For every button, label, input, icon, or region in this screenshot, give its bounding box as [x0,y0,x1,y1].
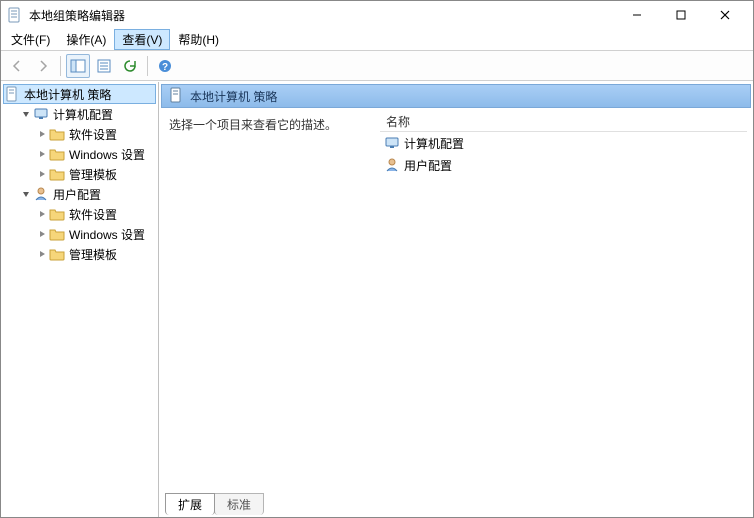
maximize-button[interactable] [659,1,703,29]
folder-icon [49,246,65,262]
toolbar-separator [60,56,61,76]
tab-standard[interactable]: 标准 [214,493,264,515]
toolbar: ? [1,51,753,81]
svg-text:?: ? [162,62,168,73]
tree-computer-node: 计算机配置 软件设置 [17,104,158,184]
tree-user-node: 用户配置 软件设置 [17,184,158,264]
tree-item-label: 管理模板 [69,246,117,263]
list-item-label: 用户配置 [404,157,452,174]
menu-file[interactable]: 文件(F) [3,29,58,50]
expand-icon[interactable] [35,169,49,179]
tree-item-label: 软件设置 [69,126,117,143]
folder-icon [49,206,65,222]
tree-item-computer-windows[interactable]: Windows 设置 [33,144,158,164]
policy-icon [168,87,184,106]
content-pane: 本地计算机 策略 选择一个项目来查看它的描述。 名称 计算机配置 [159,82,753,517]
list-item-computer[interactable]: 计算机配置 [380,132,747,154]
close-button[interactable] [703,1,747,29]
tree-item-label: 管理模板 [69,166,117,183]
list-item-user[interactable]: 用户配置 [380,154,747,176]
tree-item-user[interactable]: 用户配置 [17,184,158,204]
content-tabs: 扩展 标准 [161,493,751,515]
titlebar: 本地组策略编辑器 [1,1,753,29]
tree-item-user-windows[interactable]: Windows 设置 [33,224,158,244]
folder-icon [49,146,65,162]
list-header[interactable]: 名称 [380,112,747,132]
tree-root-node: 本地计算机 策略 计算机配置 [1,84,158,264]
expand-icon[interactable] [35,149,49,159]
policy-icon [4,86,20,102]
folder-icon [49,166,65,182]
menu-action[interactable]: 操作(A) [58,29,114,50]
app-icon [7,7,23,23]
expand-icon[interactable] [35,249,49,259]
tree-computer-children: 软件设置 Windows 设置 [17,124,158,184]
menu-view[interactable]: 查看(V) [114,29,170,50]
list-column: 名称 计算机配置 用户配置 [376,112,751,491]
help-button[interactable]: ? [153,54,177,78]
user-icon [384,157,400,173]
tab-extended[interactable]: 扩展 [165,493,215,515]
tree-root-children: 计算机配置 软件设置 [1,104,158,264]
main-area: 本地计算机 策略 计算机配置 [1,81,753,517]
tree-item-label: 用户配置 [53,186,101,203]
content-header: 本地计算机 策略 [161,84,751,108]
tree-item-computer-admin[interactable]: 管理模板 [33,164,158,184]
tree-item-label: Windows 设置 [69,146,145,163]
expand-icon[interactable] [35,229,49,239]
back-button [5,54,29,78]
tree-item-user-software[interactable]: 软件设置 [33,204,158,224]
tree-item-label: Windows 设置 [69,226,145,243]
user-icon [33,186,49,202]
computer-icon [33,106,49,122]
titlebar-left: 本地组策略编辑器 [7,7,125,24]
tree-user-children: 软件设置 Windows 设置 [17,204,158,264]
tree-item-label: 软件设置 [69,206,117,223]
toolbar-separator [147,56,148,76]
collapse-icon[interactable] [19,189,33,199]
tree-item-label: 本地计算机 策略 [24,86,111,103]
description-prompt: 选择一个项目来查看它的描述。 [169,118,337,132]
show-tree-button[interactable] [66,54,90,78]
tree-pane[interactable]: 本地计算机 策略 计算机配置 [1,82,159,517]
menu-help[interactable]: 帮助(H) [170,29,227,50]
content-body: 选择一个项目来查看它的描述。 名称 计算机配置 [161,112,751,491]
list-item-label: 计算机配置 [404,135,464,152]
gpedit-window: 本地组策略编辑器 文件(F) 操作(A) 查看(V) 帮助(H) [0,0,754,518]
menubar: 文件(F) 操作(A) 查看(V) 帮助(H) [1,29,753,51]
folder-icon [49,226,65,242]
content-header-title: 本地计算机 策略 [190,88,277,105]
window-controls [615,1,747,29]
collapse-icon[interactable] [19,109,33,119]
description-column: 选择一个项目来查看它的描述。 [161,112,376,491]
expand-icon[interactable] [35,129,49,139]
properties-button[interactable] [92,54,116,78]
refresh-button[interactable] [118,54,142,78]
tree-item-computer[interactable]: 计算机配置 [17,104,158,124]
expand-icon[interactable] [35,209,49,219]
computer-icon [384,135,400,151]
forward-button [31,54,55,78]
tree-item-label: 计算机配置 [53,106,113,123]
tree-item-root[interactable]: 本地计算机 策略 [3,84,156,104]
tree-item-computer-software[interactable]: 软件设置 [33,124,158,144]
folder-icon [49,126,65,142]
window-title: 本地组策略编辑器 [29,7,125,24]
minimize-button[interactable] [615,1,659,29]
tree-item-user-admin[interactable]: 管理模板 [33,244,158,264]
column-name: 名称 [380,113,416,130]
